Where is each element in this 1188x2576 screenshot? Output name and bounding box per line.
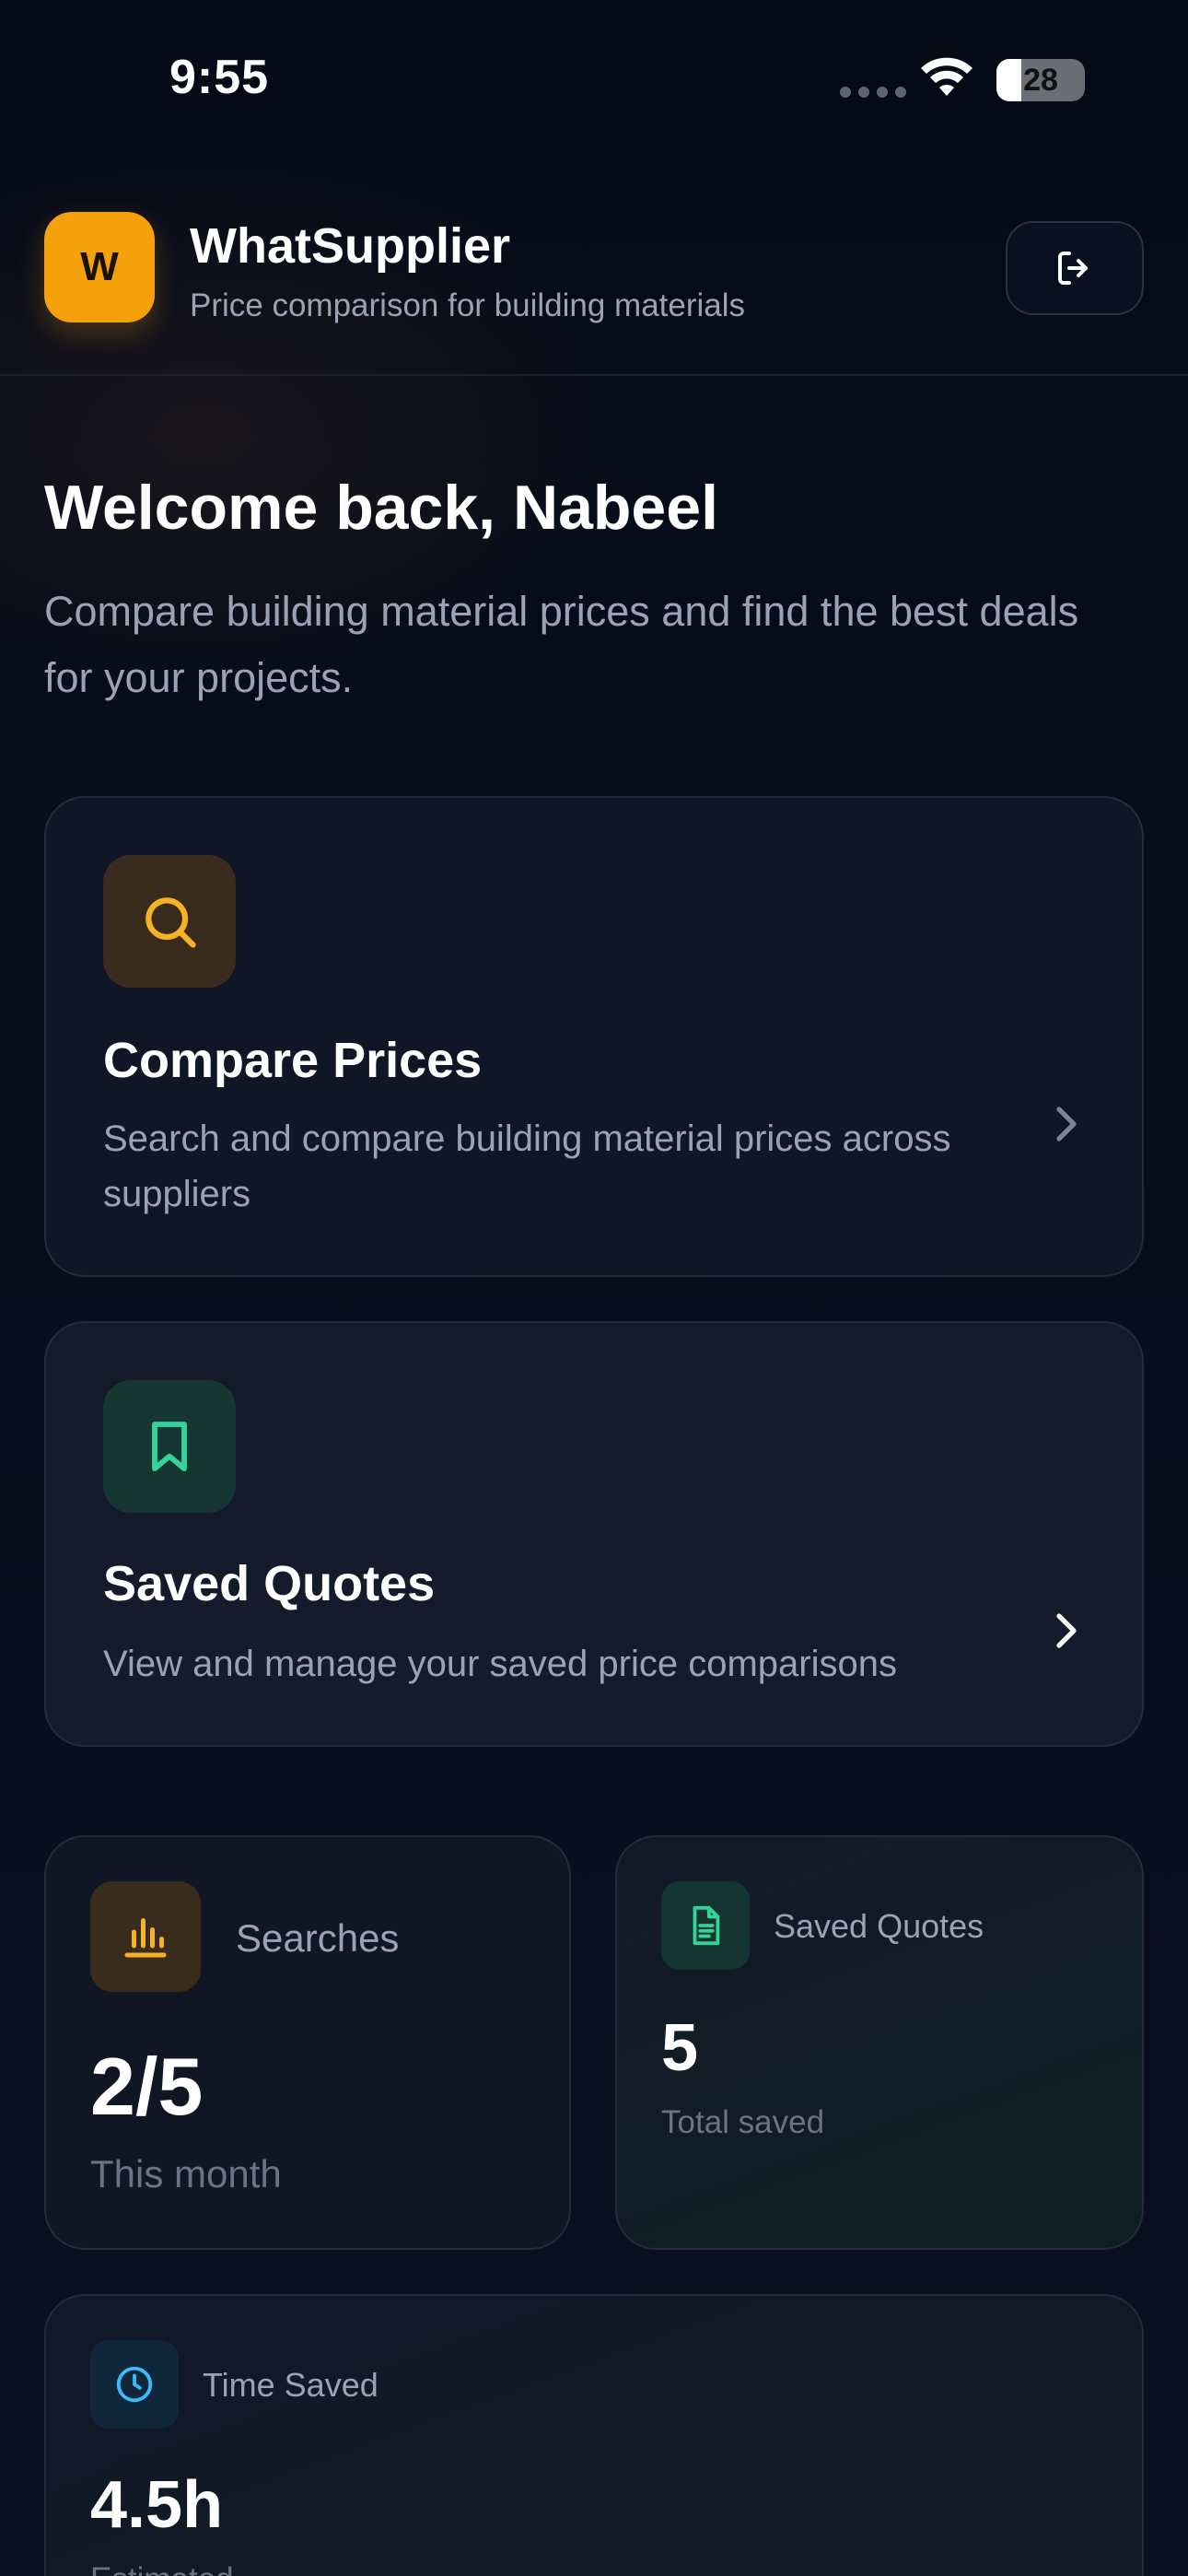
logout-button[interactable] xyxy=(1006,221,1144,315)
search-icon xyxy=(146,897,196,948)
saved-quotes-stat-value: 5 xyxy=(661,2011,699,2085)
saved-quotes-stat-note: Total saved xyxy=(661,2104,825,2140)
welcome-title: Welcome back, Nabeel xyxy=(44,473,718,543)
bar-chart-icon xyxy=(124,1918,167,1958)
wifi-icon xyxy=(921,57,973,96)
clock-icon xyxy=(116,2366,153,2403)
logout-icon xyxy=(1058,252,1088,285)
app-header: W WhatSupplier Price comparison for buil… xyxy=(0,157,1188,376)
time-saved-icon-box xyxy=(90,2340,179,2429)
saved-quotes-stat-label: Saved Quotes xyxy=(774,1907,984,1945)
status-bar: 9:55 28 xyxy=(0,0,1188,157)
status-time: 9:55 xyxy=(169,51,270,104)
signal-icon xyxy=(840,87,906,98)
compare-prices-description: Search and compare building material pri… xyxy=(103,1118,951,1214)
time-saved-value: 4.5h xyxy=(90,2468,224,2542)
compare-prices-icon-box xyxy=(103,855,236,988)
compare-prices-title: Compare Prices xyxy=(103,1033,483,1088)
document-icon xyxy=(693,1905,720,1946)
saved-quotes-card[interactable]: Saved Quotes View and manage your saved … xyxy=(44,1321,1144,1747)
battery-percent: 28 xyxy=(1023,63,1058,98)
searches-label: Searches xyxy=(236,1916,400,1960)
chevron-right-icon xyxy=(1056,1613,1077,1648)
app-tagline: Price comparison for building materials xyxy=(190,287,746,323)
battery-tip xyxy=(1079,72,1085,88)
chevron-right-icon xyxy=(1056,1107,1077,1142)
searches-stat-card: Searches 2/5 This month xyxy=(44,1835,571,2250)
saved-quotes-title: Saved Quotes xyxy=(103,1556,436,1611)
searches-value: 2/5 xyxy=(90,2041,204,2132)
time-saved-label: Time Saved xyxy=(203,2366,379,2404)
time-saved-stat-card: Time Saved 4.5h Estimated xyxy=(44,2294,1144,2576)
searches-icon-box xyxy=(90,1881,201,1992)
bookmark-icon xyxy=(152,1422,187,1471)
compare-prices-card[interactable]: Compare Prices Search and compare buildi… xyxy=(44,796,1144,1277)
saved-quotes-stat-card: Saved Quotes 5 Total saved xyxy=(615,1835,1144,2250)
saved-quotes-icon-box xyxy=(103,1380,236,1513)
saved-quotes-stat-icon-box xyxy=(661,1881,750,1970)
time-saved-note: Estimated xyxy=(90,2561,234,2576)
home-screen: 9:55 28 W WhatSupplier Price comparison … xyxy=(0,0,1188,2576)
app-name: WhatSupplier xyxy=(190,218,510,274)
searches-note: This month xyxy=(90,2152,282,2195)
battery-icon: 28 xyxy=(996,59,1085,101)
saved-quotes-description: View and manage your saved price compari… xyxy=(103,1644,897,1684)
welcome-subtitle: Compare building material prices and fin… xyxy=(44,588,1079,701)
app-logo: W xyxy=(44,212,155,322)
